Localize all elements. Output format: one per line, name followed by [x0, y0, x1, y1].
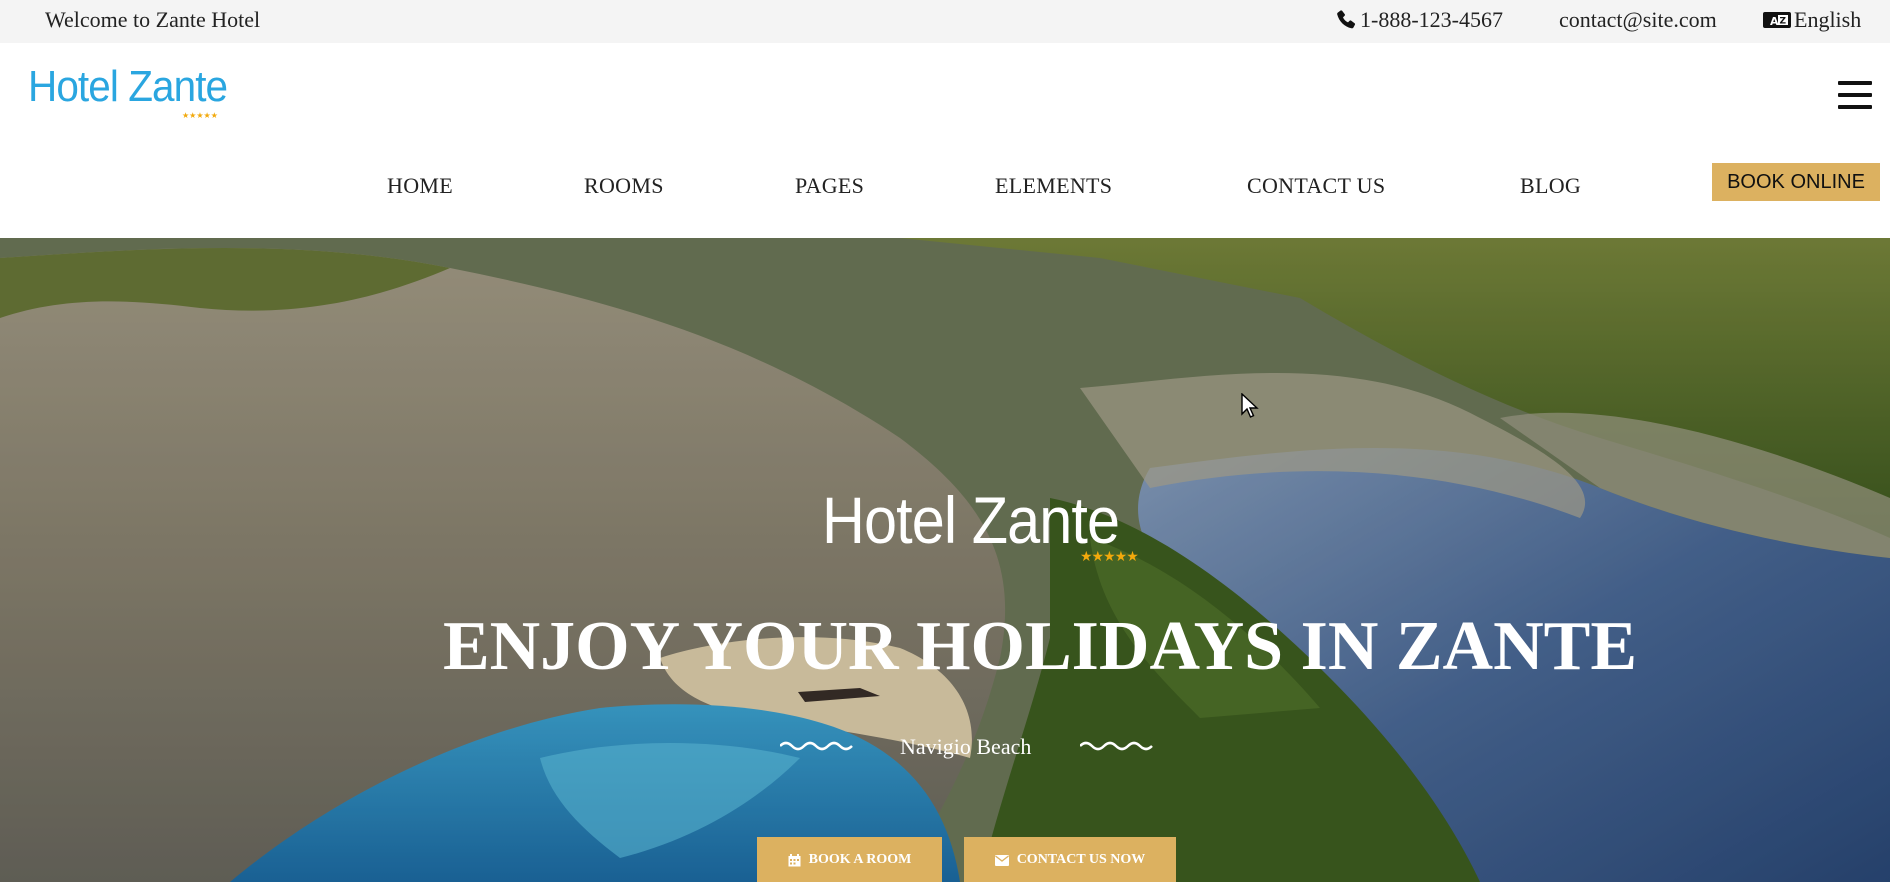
wave-divider-left	[780, 741, 853, 751]
language-label: English	[1794, 7, 1862, 32]
book-a-room-button[interactable]: BOOK A ROOM	[757, 837, 942, 882]
hero-title: ENJOY YOUR HOLIDAYS IN ZANTE	[442, 608, 1638, 685]
email-link[interactable]: contact@site.com	[1559, 7, 1717, 33]
hamburger-menu-icon[interactable]	[1838, 81, 1872, 111]
welcome-text: Welcome to Zante Hotel	[45, 7, 261, 32]
language-card-icon: AZ	[1762, 11, 1792, 29]
book-a-room-label: BOOK A ROOM	[808, 852, 912, 867]
logo-name: Hotel Zante	[28, 62, 228, 111]
contact-us-now-button[interactable]: CONTACT US NOW	[964, 837, 1176, 882]
logo-stars: ★★★★★	[182, 111, 218, 120]
phone-number: 1-888-123-4567	[1360, 7, 1503, 32]
calendar-icon	[788, 853, 801, 867]
hero-logo: Hotel Zante ★★★★★	[822, 483, 1152, 565]
top-bar: Welcome to Zante Hotel 1-888-123-4567 co…	[0, 0, 1890, 43]
phone-link[interactable]: 1-888-123-4567	[1334, 7, 1503, 33]
hero-subtitle-row: Navigio Beach	[780, 732, 1160, 762]
site-header: Hotel Zante ★★★★★ HOME ROOMS PAGES ELEME…	[0, 43, 1890, 238]
hero-section: Hotel Zante ★★★★★ ENJOY YOUR HOLIDAYS IN…	[0, 238, 1890, 882]
hero-logo-stars: ★★★★★	[1080, 549, 1139, 565]
envelope-icon	[994, 854, 1009, 866]
hero-overlay	[0, 238, 1890, 882]
nav-item-rooms[interactable]: ROOMS	[584, 169, 664, 203]
nav-item-home[interactable]: HOME	[387, 169, 453, 203]
main-nav: HOME ROOMS PAGES ELEMENTS CONTACT US BLO…	[0, 169, 1890, 203]
nav-item-elements[interactable]: ELEMENTS	[995, 169, 1112, 203]
contact-us-now-label: CONTACT US NOW	[1016, 852, 1146, 867]
nav-item-contact-us[interactable]: CONTACT US	[1247, 169, 1385, 203]
svg-text:A: A	[1770, 15, 1779, 28]
hero-subtitle: Navigio Beach	[900, 734, 1032, 759]
book-online-button[interactable]: BOOK ONLINE	[1712, 163, 1880, 201]
svg-text:Z: Z	[1780, 17, 1787, 27]
mouse-cursor-icon	[1241, 392, 1259, 426]
site-logo[interactable]: Hotel Zante ★★★★★	[28, 62, 244, 121]
wave-divider-right	[1080, 741, 1153, 751]
nav-item-blog[interactable]: BLOG	[1520, 169, 1581, 203]
nav-item-pages[interactable]: PAGES	[795, 169, 864, 203]
language-selector[interactable]: AZ English	[1762, 7, 1861, 33]
hero-logo-name: Hotel Zante	[822, 483, 1120, 557]
phone-icon	[1334, 8, 1358, 32]
